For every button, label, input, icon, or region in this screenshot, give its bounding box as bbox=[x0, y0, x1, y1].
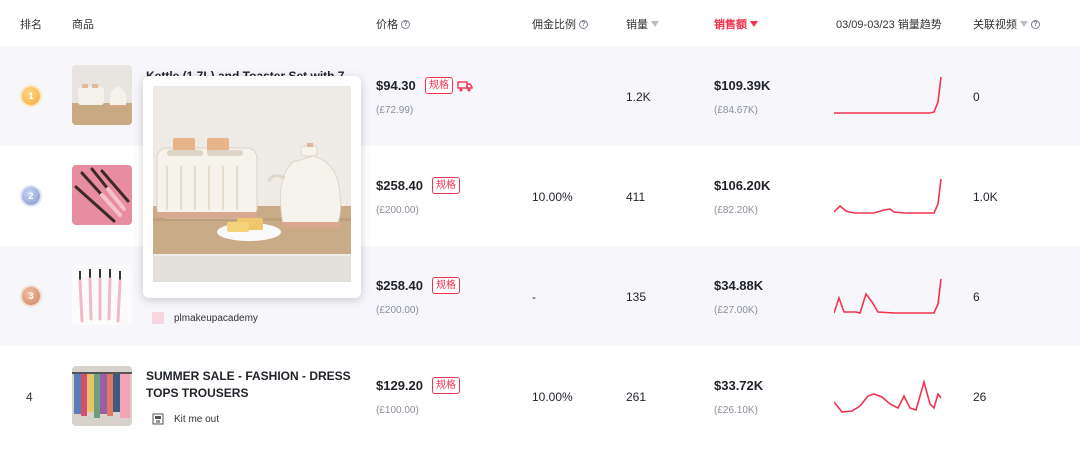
help-icon[interactable]: ? bbox=[1031, 19, 1040, 29]
rank-gold-medal-icon: 1 bbox=[22, 87, 40, 105]
header-commission[interactable]: 佣金比例 ? bbox=[532, 16, 588, 32]
related-videos-count: 26 bbox=[973, 390, 987, 404]
help-icon[interactable]: ? bbox=[579, 19, 588, 29]
spec-tag[interactable]: 规格 bbox=[425, 77, 453, 94]
spec-tag[interactable]: 规格 bbox=[432, 177, 460, 194]
price-gbp: (£200.00) bbox=[376, 205, 419, 216]
sales-trend-sparkline bbox=[834, 379, 942, 413]
product-thumbnail[interactable] bbox=[72, 65, 132, 125]
revenue-gbp: (£82.20K) bbox=[714, 205, 758, 216]
revenue-amount: $109.39K bbox=[714, 78, 771, 93]
price: $258.40 bbox=[376, 178, 423, 193]
rank-bronze-medal-icon: 3 bbox=[22, 287, 40, 305]
price-gbp: (£72.99) bbox=[376, 105, 414, 116]
commission-rate: 10.00% bbox=[532, 190, 573, 204]
header-videos[interactable]: 关联视频 ? bbox=[973, 16, 1040, 32]
revenue-gbp: (£26.10K) bbox=[714, 405, 758, 416]
sales-trend-sparkline bbox=[834, 278, 942, 314]
table-header: 排名 商品 价格 ? 佣金比例 ? 销量 销售额 03/09-03/23 销量趋… bbox=[0, 0, 1080, 46]
rank-silver-medal-icon: 2 bbox=[22, 187, 40, 205]
sales-count: 135 bbox=[626, 290, 647, 304]
header-price[interactable]: 价格 ? bbox=[376, 16, 410, 32]
sales-count: 411 bbox=[626, 190, 646, 204]
product-preview-image bbox=[153, 86, 351, 282]
header-sales-label: 销量 bbox=[626, 19, 648, 31]
spec-tag[interactable]: 规格 bbox=[432, 377, 460, 394]
product-thumbnail[interactable] bbox=[72, 265, 132, 325]
help-icon[interactable]: ? bbox=[401, 19, 410, 29]
shop-avatar-icon bbox=[152, 312, 164, 324]
header-commission-label: 佣金比例 bbox=[532, 19, 576, 31]
related-videos-count: 1.0K bbox=[973, 190, 998, 204]
revenue-gbp: (£27.00K) bbox=[714, 305, 758, 316]
sales-count: 1.2K bbox=[626, 90, 651, 104]
shop-info[interactable]: Kit me out bbox=[152, 413, 219, 425]
header-rank: 排名 bbox=[20, 19, 42, 31]
sort-down-active-icon[interactable] bbox=[750, 21, 758, 27]
table-row[interactable]: 4 SUMMER SALE - FASHION - DRESS TOPS TRO… bbox=[0, 346, 1080, 446]
product-title-line-1[interactable]: SUMMER SALE - FASHION - DRESS bbox=[146, 368, 351, 384]
header-revenue-label: 销售额 bbox=[714, 19, 747, 31]
revenue-gbp: (£84.67K) bbox=[714, 105, 758, 116]
price-gbp: (£100.00) bbox=[376, 405, 419, 416]
shop-info[interactable]: plmakeupacademy bbox=[152, 312, 258, 324]
price: $258.40 bbox=[376, 278, 423, 293]
header-revenue[interactable]: 销售额 bbox=[714, 16, 758, 32]
product-thumbnail[interactable] bbox=[72, 366, 132, 426]
product-thumbnail[interactable] bbox=[72, 165, 132, 225]
related-videos-count: 6 bbox=[973, 290, 980, 304]
price-gbp: (£200.00) bbox=[376, 305, 419, 316]
sales-trend-sparkline bbox=[834, 76, 942, 114]
delivery-truck-icon bbox=[457, 81, 473, 92]
rank-number: 4 bbox=[26, 390, 33, 404]
header-price-label: 价格 bbox=[376, 19, 398, 31]
revenue-amount: $106.20K bbox=[714, 178, 771, 193]
sales-count: 261 bbox=[626, 390, 647, 404]
shop-name[interactable]: Kit me out bbox=[174, 414, 219, 425]
shop-name[interactable]: plmakeupacademy bbox=[174, 313, 258, 324]
sales-trend-sparkline bbox=[834, 178, 942, 214]
commission-rate: - bbox=[532, 290, 536, 304]
revenue-amount: $34.88K bbox=[714, 278, 764, 293]
product-image-preview bbox=[143, 76, 361, 298]
price: $94.30 bbox=[376, 78, 416, 93]
price: $129.20 bbox=[376, 378, 423, 393]
spec-tag[interactable]: 规格 bbox=[432, 277, 460, 294]
sort-down-icon[interactable] bbox=[651, 21, 659, 27]
revenue-amount: $33.72K bbox=[714, 378, 764, 393]
shop-store-icon bbox=[152, 413, 164, 425]
header-videos-label: 关联视频 bbox=[973, 19, 1017, 31]
header-sales[interactable]: 销量 bbox=[626, 16, 659, 32]
sort-down-icon[interactable] bbox=[1020, 21, 1028, 27]
product-title-line-2[interactable]: TOPS TROUSERS bbox=[146, 385, 248, 401]
related-videos-count: 0 bbox=[973, 90, 980, 104]
header-trend: 03/09-03/23 销量趋势 bbox=[836, 19, 942, 31]
header-product: 商品 bbox=[72, 19, 94, 31]
commission-rate: 10.00% bbox=[532, 390, 573, 404]
